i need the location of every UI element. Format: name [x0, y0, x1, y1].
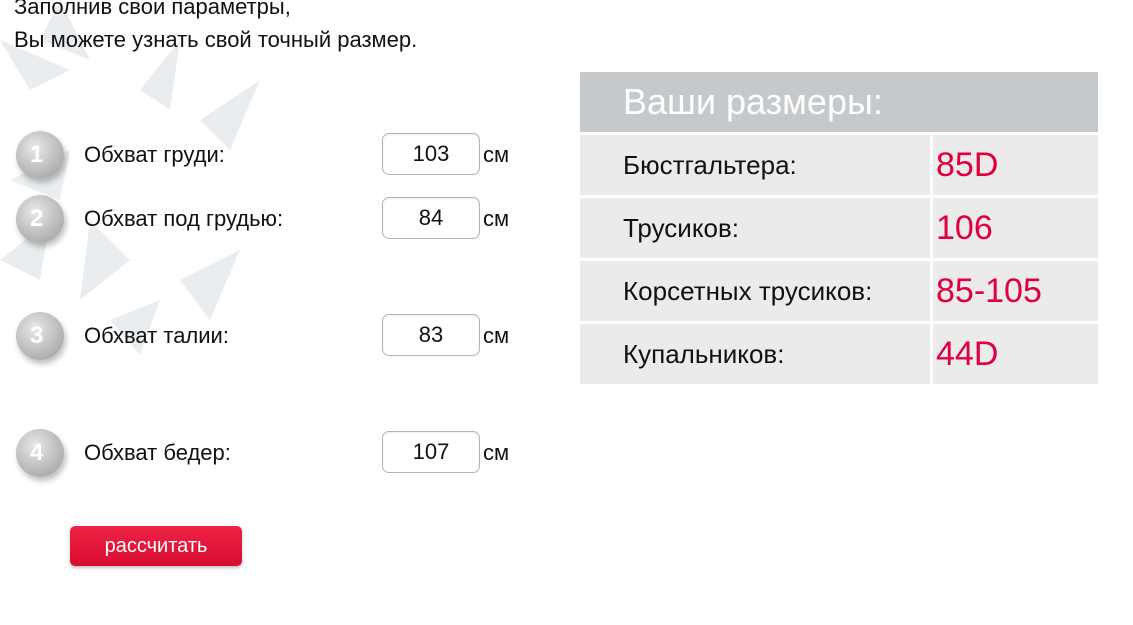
result-row-bra: Бюстгальтера: 85D — [580, 135, 1098, 195]
waist-input[interactable] — [382, 314, 480, 356]
field-row-chest: 1 Обхват груди: см — [16, 131, 536, 181]
result-value: 44D — [936, 335, 999, 373]
result-label: Бюстгальтера: — [623, 150, 797, 180]
step-number-badge: 2 — [16, 195, 64, 243]
result-label: Корсетных трусиков: — [623, 276, 873, 306]
unit-label: см — [483, 206, 510, 231]
field-row-hips: 4 Обхват бедер: см — [16, 429, 536, 479]
result-label: Купальников: — [623, 339, 785, 369]
field-label-waist: Обхват талии: — [84, 323, 229, 348]
field-row-underbust: 2 Обхват под грудью: см — [16, 195, 536, 245]
calculate-button[interactable]: рассчитать — [70, 526, 242, 566]
field-label-hips: Обхват бедер: — [84, 440, 231, 465]
result-divider — [930, 135, 933, 195]
field-row-waist: 3 Обхват талии: см — [16, 312, 536, 362]
result-value: 85D — [936, 146, 999, 184]
result-divider — [930, 261, 933, 321]
result-row-corset-panties: Корсетных трусиков: 85-105 — [580, 261, 1098, 321]
step-number-badge: 4 — [16, 429, 64, 477]
chest-input[interactable] — [382, 133, 480, 175]
results-title: Ваши размеры: — [580, 72, 1098, 132]
underbust-input[interactable] — [382, 197, 480, 239]
results-panel: Ваши размеры: Бюстгальтера: 85D Трусиков… — [580, 72, 1098, 384]
intro-line-1: Заполнив свои параметры, — [14, 0, 291, 19]
step-number-badge: 1 — [16, 131, 64, 179]
step-number-badge: 3 — [16, 312, 64, 360]
unit-label: см — [483, 142, 510, 167]
intro-text: Заполнив свои параметры, Вы можете узнат… — [14, 0, 417, 56]
unit-label: см — [483, 440, 510, 465]
result-value: 85-105 — [936, 272, 1042, 310]
unit-label: см — [483, 323, 510, 348]
result-label: Трусиков: — [623, 213, 739, 243]
field-label-underbust: Обхват под грудью: — [84, 206, 284, 231]
intro-line-2: Вы можете узнать свой точный размер. — [14, 27, 418, 52]
hips-input[interactable] — [382, 431, 480, 473]
result-divider — [930, 324, 933, 384]
result-row-panties: Трусиков: 106 — [580, 198, 1098, 258]
field-label-chest: Обхват груди: — [84, 142, 225, 167]
result-row-swimwear: Купальников: 44D — [580, 324, 1098, 384]
result-divider — [930, 198, 933, 258]
result-value: 106 — [936, 209, 993, 247]
